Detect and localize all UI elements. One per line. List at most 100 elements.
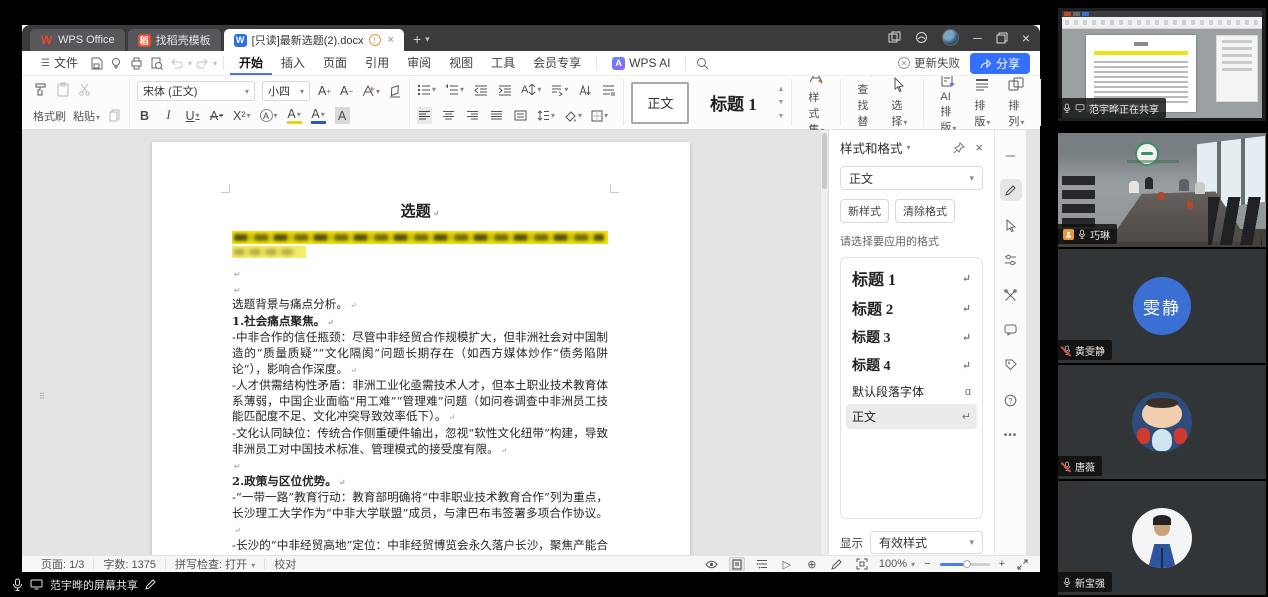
zoom-level[interactable]: 100% ▾ [879, 558, 915, 570]
video-tile-room[interactable]: 巧琳 [1058, 133, 1266, 247]
align-center-icon[interactable] [441, 107, 456, 124]
undo-icon[interactable] [167, 53, 187, 73]
spin-more-icon[interactable]: ▼ [777, 113, 784, 120]
outline-view-icon[interactable] [754, 557, 770, 571]
spellcheck-status[interactable]: 拼写检查: 打开 ▾ [166, 556, 264, 572]
clear-format-button[interactable]: 清除格式 [895, 199, 955, 223]
paragraph[interactable]: -“一带一路”教育行动：教育部明确将“中非职业技术教育合作”列为重点，长沙理工大… [232, 490, 608, 538]
italic-button[interactable]: I [161, 107, 176, 124]
video-tile-screen-share[interactable]: 范宇晔正在共享 [1058, 8, 1266, 121]
decrease-indent-icon[interactable] [473, 81, 488, 98]
redo-icon[interactable] [192, 53, 212, 73]
grow-font-button[interactable]: A+ [317, 83, 332, 100]
format-painter-icon[interactable] [33, 81, 48, 98]
fit-page-icon[interactable] [854, 557, 870, 571]
proofread-button[interactable]: 校对 [265, 556, 305, 572]
current-style-dropdown[interactable]: 正文▾ [840, 166, 983, 190]
format-painter-label[interactable]: 格式刷 [33, 108, 66, 124]
adjust-icon[interactable] [1000, 249, 1022, 271]
share-button[interactable]: 分享 [970, 53, 1030, 74]
print-preview-icon[interactable] [147, 53, 167, 73]
distribute-icon[interactable] [513, 107, 528, 124]
tools-icon[interactable] [1000, 284, 1022, 306]
align-right-icon[interactable] [465, 107, 480, 124]
paragraph[interactable] [232, 458, 608, 474]
menu-page[interactable]: 页面 [314, 52, 356, 75]
video-tile-tangwei[interactable]: 唐薇 [1058, 365, 1266, 479]
close-tab-icon[interactable]: × [388, 34, 394, 46]
document-area[interactable]: 选题 选题背景与痛点分析。 1.社会痛点聚焦。 -中非合作的信任瓶颈：尽管中非经… [22, 130, 828, 555]
play-view-icon[interactable]: ▷ [779, 557, 795, 571]
text-effect-icon[interactable]: ▾ [361, 83, 380, 100]
print-icon[interactable] [127, 53, 147, 73]
paragraph[interactable]: 选题背景与痛点分析。 [232, 297, 608, 314]
close-panel-icon[interactable]: × [975, 140, 983, 155]
highlighted-redacted-text[interactable] [232, 231, 608, 244]
paragraph[interactable] [232, 266, 608, 282]
user-avatar[interactable] [942, 29, 959, 46]
new-style-button[interactable]: 新样式 [840, 199, 889, 223]
style-set-button[interactable]: 样式集▾ [799, 69, 833, 137]
annotate-pencil-icon[interactable] [145, 579, 156, 590]
redo-chevron-icon[interactable]: ▾ [213, 59, 217, 68]
borders-icon[interactable]: ▾ [591, 107, 608, 124]
file-menu[interactable]: ☰文件 [32, 52, 87, 75]
scrollbar-thumb[interactable] [822, 133, 827, 189]
show-filter-dropdown[interactable]: 有效样式▾ [870, 531, 983, 554]
output-icon[interactable] [107, 53, 127, 73]
comment-icon[interactable] [1000, 319, 1022, 341]
menu-view[interactable]: 视图 [440, 52, 482, 75]
zoom-slider-knob[interactable] [963, 560, 971, 568]
style-item-heading3[interactable]: 标题 3↵ [846, 323, 977, 351]
paragraph[interactable]: 2.政策与区位优势。 [232, 474, 608, 491]
collapse-icon[interactable]: ─ [1000, 144, 1022, 166]
increase-indent-icon[interactable] [497, 81, 512, 98]
cut-icon[interactable] [77, 81, 92, 98]
page-view-icon[interactable] [729, 557, 745, 571]
pin-icon[interactable] [953, 142, 965, 154]
new-tab-button[interactable]: + [413, 31, 421, 47]
video-tile-xinbaoqiang[interactable]: 新宝强 [1058, 481, 1266, 595]
underline-button[interactable]: U▾ [185, 107, 200, 124]
video-tile-wenjing[interactable]: 雯静 黄雯静 [1058, 249, 1266, 363]
more-icon[interactable]: ••• [1000, 424, 1022, 446]
close-window-icon[interactable]: × [1022, 30, 1030, 46]
shrink-font-button[interactable]: A− [339, 83, 354, 100]
sort-icon[interactable] [577, 81, 592, 98]
zoom-out-icon[interactable]: − [924, 558, 930, 570]
paragraph[interactable] [232, 282, 608, 298]
zoom-slider[interactable] [940, 563, 990, 566]
update-status[interactable]: ✕更新失败 [898, 55, 960, 71]
edit-pen-icon[interactable] [1000, 179, 1022, 201]
menu-insert[interactable]: 插入 [272, 52, 314, 75]
menu-reference[interactable]: 引用 [356, 52, 398, 75]
text-direction-icon[interactable]: ▾ [550, 81, 568, 98]
style-chip-heading1[interactable]: 标题 1 [697, 81, 769, 125]
spin-down-icon[interactable]: ▼ [777, 99, 784, 106]
tag-icon[interactable] [1000, 354, 1022, 376]
copy-icon[interactable] [107, 107, 122, 124]
ai-layout-button[interactable]: AI 排版▾ [931, 71, 965, 135]
paragraph[interactable]: -中非合作的信任瓶颈：尽管中非经贸合作规模扩大，但非洲社会对中国制造的“质量质疑… [232, 330, 608, 378]
panel-title-chevron-icon[interactable]: ▾ [907, 143, 911, 152]
style-item-heading4[interactable]: 标题 4↵ [846, 351, 977, 379]
menu-review[interactable]: 审阅 [398, 52, 440, 75]
style-item-normal[interactable]: 正文↵ [846, 404, 977, 429]
menu-tools[interactable]: 工具 [482, 52, 524, 75]
paragraph[interactable]: -人才供需结构性矛盾：非洲工业化亟需技术人才，但本土职业技术教育体系薄弱，中国企… [232, 378, 608, 426]
tab-docer-templates[interactable]: 稻 找稻壳模板 [128, 29, 221, 51]
select-button[interactable]: 选择▾ [882, 77, 916, 129]
highlight-color-button[interactable]: A▾ [287, 107, 302, 124]
paragraph[interactable]: -长沙的“中非经贸高地”定位：中非经贸博览会永久落户长沙，聚焦产能合作与人才培养… [232, 538, 608, 555]
document-page[interactable]: 选题 选题背景与痛点分析。 1.社会痛点聚焦。 -中非合作的信任瓶颈：尽管中非经… [152, 142, 690, 555]
fullscreen-icon[interactable] [1014, 557, 1030, 571]
font-color-button[interactable]: A▾ [311, 107, 326, 124]
skin-icon[interactable] [915, 31, 928, 44]
drag-handle-icon[interactable]: ⠿ [39, 395, 47, 399]
page-indicator[interactable]: 页面: 1/3 [32, 556, 93, 572]
tab-list-chevron-icon[interactable]: ▾ [425, 34, 430, 45]
layout-button[interactable]: 排版▾ [965, 77, 999, 129]
font-size-select[interactable]: 小四▾ [262, 81, 310, 101]
zoom-in-icon[interactable]: + [999, 558, 1005, 570]
wps-ai-menu[interactable]: AWPS AI [603, 52, 679, 75]
